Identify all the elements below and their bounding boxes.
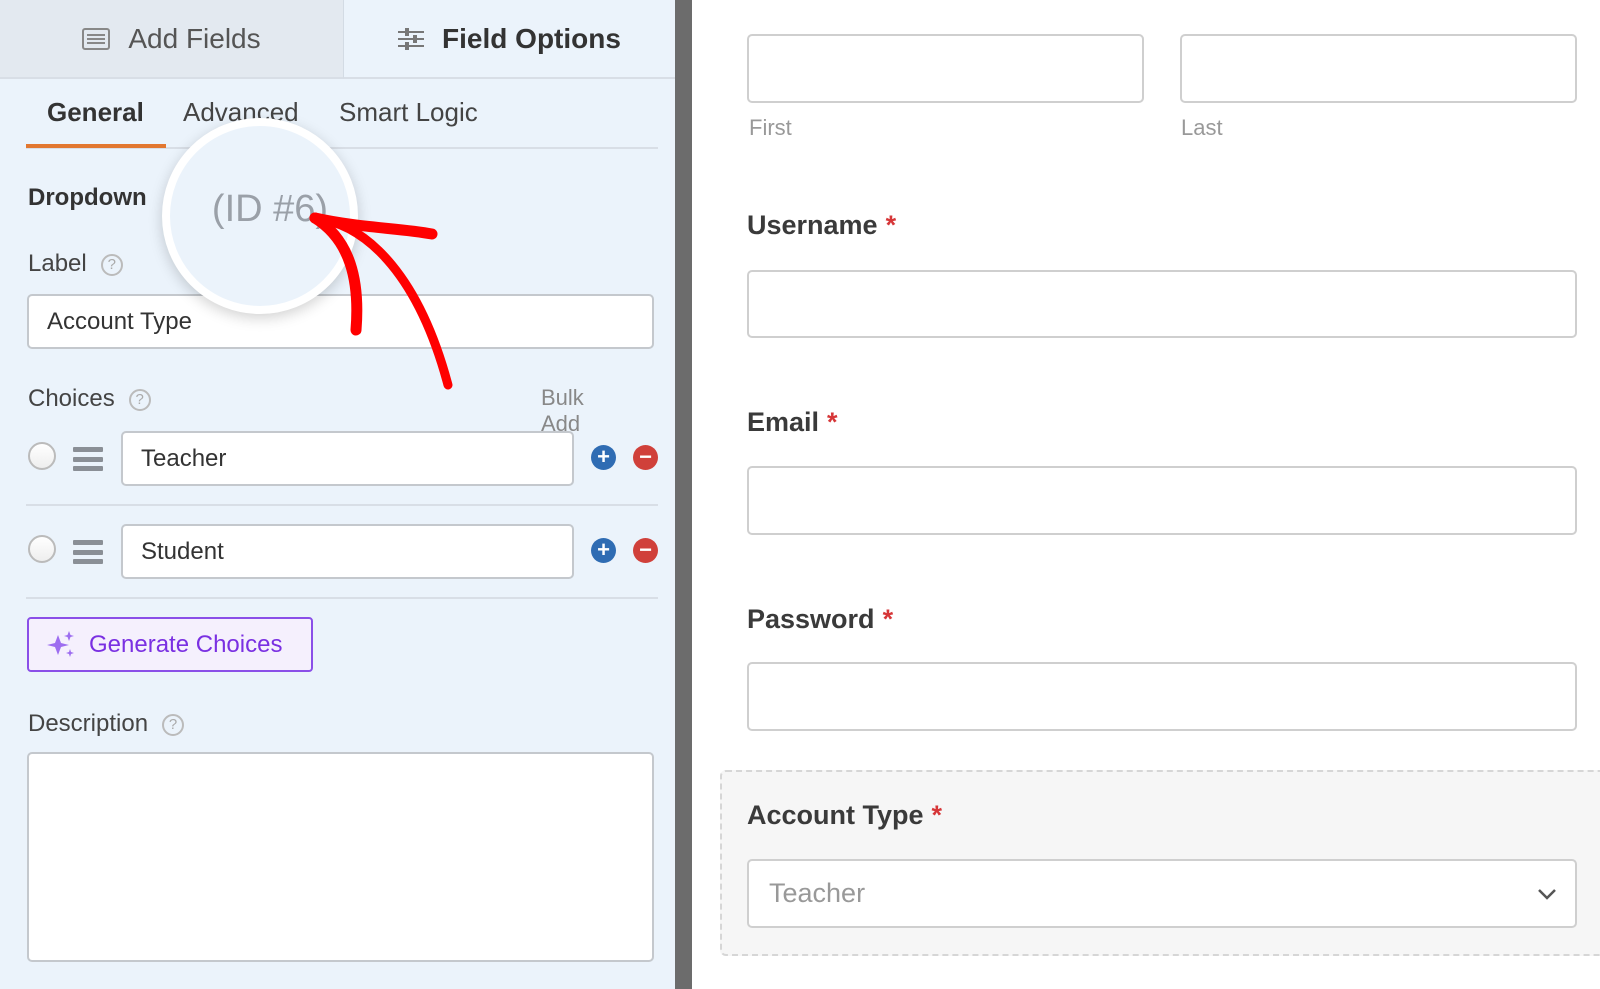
choice-value: Teacher xyxy=(141,444,227,472)
email-label: Email * xyxy=(747,407,838,437)
choice-separator xyxy=(26,597,658,599)
account-type-select[interactable]: Teacher xyxy=(747,859,1577,928)
field-options-panel: Add Fields Field Options General Advance… xyxy=(0,0,675,989)
add-choice-icon[interactable]: + xyxy=(591,538,616,563)
form-preview: First Last Username * Email * Password * Ac… xyxy=(692,0,1600,989)
list-icon xyxy=(82,27,111,50)
choice-input[interactable]: Student xyxy=(121,524,574,579)
last-name-input[interactable] xyxy=(1180,34,1577,103)
tab-field-options[interactable]: Field Options xyxy=(344,0,675,79)
tab-add-fields[interactable]: Add Fields xyxy=(0,0,344,79)
first-sublabel: First xyxy=(749,115,792,140)
field-title: Dropdown xyxy=(28,184,147,211)
bulk-add-label: Bulk Add xyxy=(541,385,584,436)
choice-separator xyxy=(26,504,658,506)
subtab-smart-logic[interactable]: Smart Logic xyxy=(339,97,478,128)
remove-choice-icon[interactable]: − xyxy=(633,538,658,563)
password-input[interactable] xyxy=(747,662,1577,731)
sparkle-icon xyxy=(47,630,74,657)
username-label: Username * xyxy=(747,210,897,240)
help-icon[interactable]: ? xyxy=(128,388,151,411)
add-choice-icon[interactable]: + xyxy=(591,445,616,470)
description-title: Description xyxy=(28,710,149,737)
first-name-input[interactable] xyxy=(747,34,1144,103)
sliders-icon xyxy=(398,27,425,50)
username-input[interactable] xyxy=(747,270,1577,338)
description-textarea[interactable] xyxy=(27,752,654,962)
generate-choices-label: Generate Choices xyxy=(89,630,283,658)
label-heading: Label? xyxy=(28,250,123,278)
chevron-down-icon xyxy=(1538,888,1556,900)
label-input-value: Account Type xyxy=(47,307,192,335)
password-label: Password * xyxy=(747,604,894,634)
red-arrow-annotation xyxy=(309,212,453,390)
label-title: Label xyxy=(28,250,87,277)
choice-default-radio[interactable] xyxy=(28,535,56,563)
email-input[interactable] xyxy=(747,466,1577,535)
select-value: Teacher xyxy=(769,878,866,908)
remove-choice-icon[interactable]: − xyxy=(633,445,658,470)
choices-heading: Choices? xyxy=(28,385,151,413)
active-tab-indicator xyxy=(26,144,166,148)
account-type-label: Account Type * xyxy=(747,800,943,830)
choice-value: Student xyxy=(141,537,224,565)
help-icon[interactable]: ? xyxy=(100,253,123,276)
generate-choices-button[interactable]: Generate Choices xyxy=(27,617,313,672)
panel-divider[interactable] xyxy=(675,0,692,989)
drag-handle-icon[interactable] xyxy=(73,447,103,471)
help-icon[interactable]: ? xyxy=(162,713,185,736)
drag-handle-icon[interactable] xyxy=(73,540,103,564)
last-sublabel: Last xyxy=(1181,115,1223,140)
choice-default-radio[interactable] xyxy=(28,442,56,470)
choices-title: Choices xyxy=(28,385,115,412)
choice-input[interactable]: Teacher xyxy=(121,431,574,486)
subtab-general[interactable]: General xyxy=(47,97,144,128)
tab-field-options-label: Field Options xyxy=(442,22,621,54)
description-heading: Description? xyxy=(28,710,185,738)
tab-add-fields-label: Add Fields xyxy=(128,22,261,54)
